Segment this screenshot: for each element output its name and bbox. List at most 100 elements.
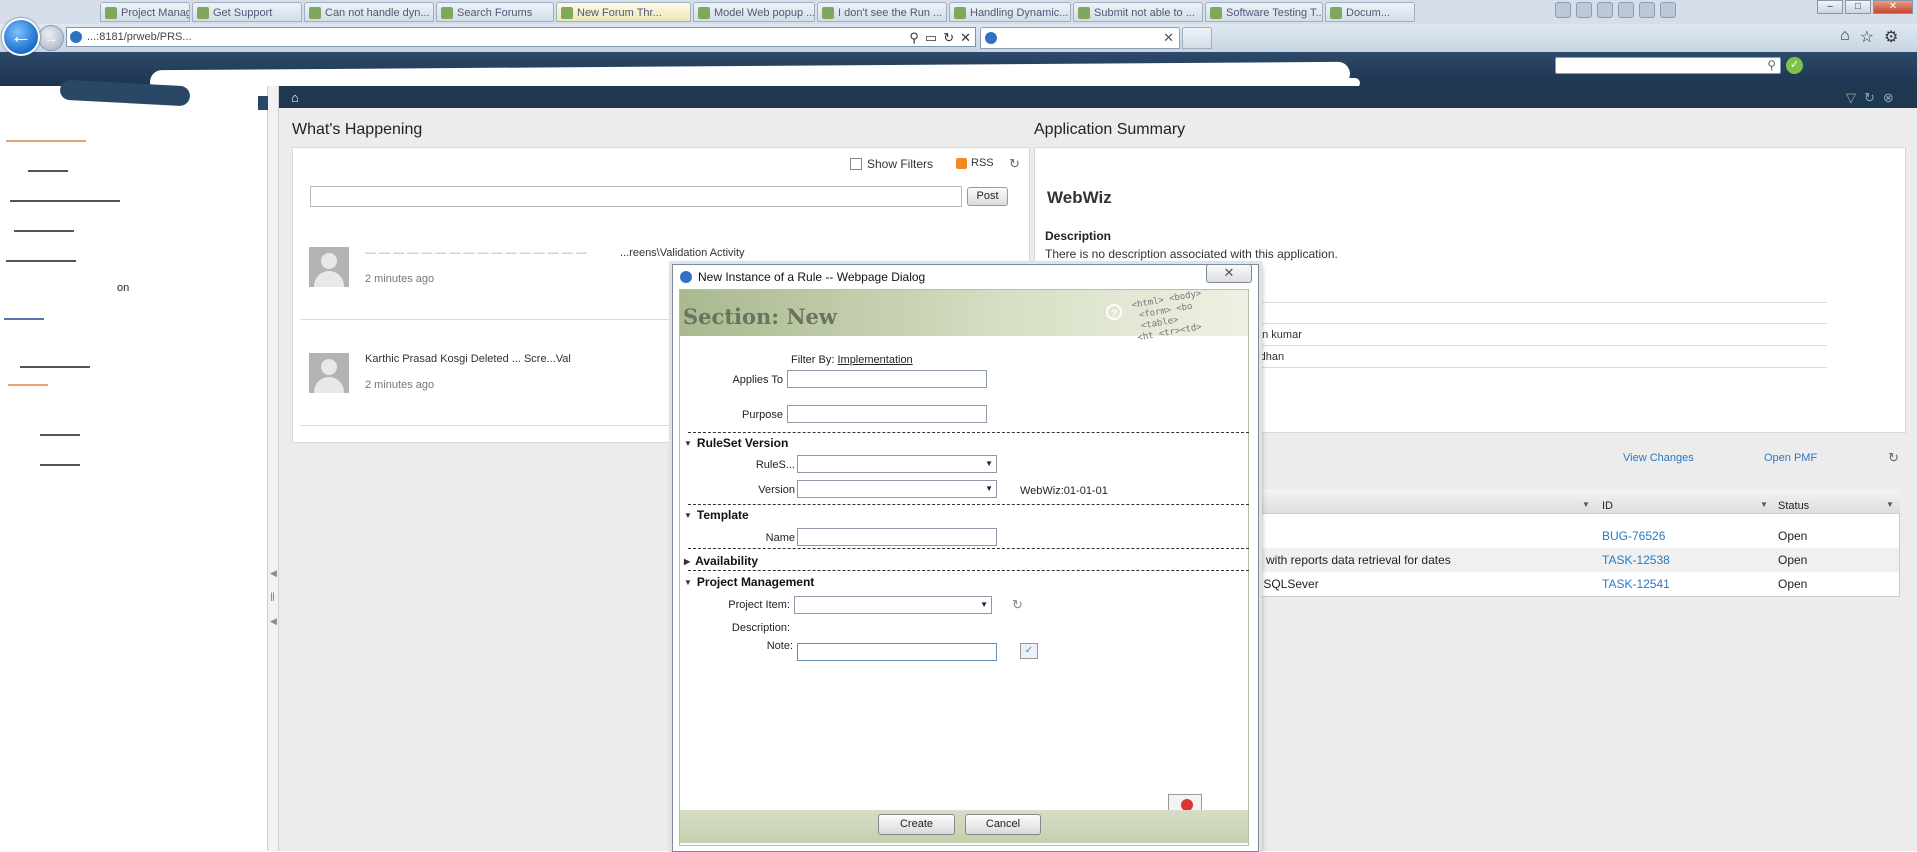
browser-tab[interactable]: Model Web popup ... bbox=[693, 2, 815, 22]
row-id-link[interactable]: TASK-12538 bbox=[1602, 553, 1670, 567]
project-item-select[interactable]: ▼ bbox=[794, 596, 992, 614]
browser-tab[interactable]: New Forum Thr... bbox=[556, 2, 691, 22]
help-icon[interactable]: ? bbox=[1106, 304, 1122, 320]
dialog-footer bbox=[680, 810, 1248, 843]
name-label: Name bbox=[765, 532, 795, 544]
browser-tab[interactable]: Handling Dynamic... bbox=[949, 2, 1071, 22]
nav-fragment bbox=[14, 230, 74, 232]
compat-view-icon[interactable]: ▭ bbox=[925, 30, 937, 46]
close-tab-icon[interactable]: ✕ bbox=[1163, 28, 1174, 48]
note-label: Note: bbox=[766, 640, 793, 652]
browser-tab[interactable]: Software Testing T... bbox=[1205, 2, 1323, 22]
splitter-grip-icon[interactable]: ‖ bbox=[270, 590, 275, 604]
refresh-icon[interactable]: ↻ bbox=[1864, 90, 1875, 106]
post-input[interactable] bbox=[310, 186, 962, 207]
search-icon[interactable]: ⚲ bbox=[909, 30, 919, 46]
note-input[interactable] bbox=[797, 643, 997, 661]
cancel-button[interactable]: Cancel bbox=[965, 814, 1041, 835]
refresh-icon[interactable]: ↻ bbox=[1012, 597, 1023, 613]
view-changes-link[interactable]: View Changes bbox=[1623, 452, 1694, 464]
ruleset-select[interactable]: ▼ bbox=[797, 455, 997, 473]
address-bar[interactable]: ...:8181/prweb/PRS... ⚲ ▭ ↻ ✕ bbox=[66, 27, 976, 47]
lock-icon[interactable] bbox=[1555, 2, 1571, 18]
chevron-down-icon[interactable]: ▽ bbox=[1846, 90, 1856, 106]
collapse-left-icon[interactable]: ◀ bbox=[270, 568, 277, 579]
browser-tab[interactable]: Get Support bbox=[192, 2, 302, 22]
new-tab-button[interactable] bbox=[1182, 27, 1212, 49]
sync-icon[interactable] bbox=[1639, 2, 1655, 18]
dialog-heading: Section: New bbox=[683, 304, 837, 329]
column-header[interactable]: ID bbox=[1602, 500, 1613, 512]
tools-icon[interactable] bbox=[1660, 2, 1676, 18]
project-management-section[interactable]: ▼ Project Management bbox=[684, 575, 814, 589]
browser-tab[interactable]: Can not handle dyn... bbox=[304, 2, 434, 22]
page-tab[interactable]: ✕ bbox=[980, 27, 1180, 49]
avatar bbox=[309, 247, 349, 287]
refresh-icon[interactable]: ↻ bbox=[1888, 450, 1899, 466]
row-status: Open bbox=[1778, 553, 1808, 567]
ruleset-version-section[interactable]: ▼ RuleSet Version bbox=[684, 436, 788, 450]
browser-tab[interactable]: I don't see the Run ... bbox=[817, 2, 947, 22]
record-icon[interactable] bbox=[1618, 2, 1634, 18]
search-go-button[interactable]: ✓ bbox=[1786, 57, 1803, 74]
browser-tab[interactable]: Docum... bbox=[1325, 2, 1415, 22]
name-input[interactable] bbox=[797, 528, 997, 546]
rss-link[interactable]: RSS bbox=[956, 157, 994, 169]
panel-controls: ▽ ↻ ⊗ bbox=[1846, 90, 1894, 106]
feed-item-text: ...reens\Validation Activity bbox=[620, 247, 745, 259]
section-divider bbox=[688, 548, 1249, 549]
command-icons: ⌂ ☆ ⚙ bbox=[1840, 27, 1898, 47]
section-title: RuleSet Version bbox=[696, 436, 789, 450]
show-filters-checkbox[interactable] bbox=[850, 158, 862, 170]
close-window-button[interactable]: ✕ bbox=[1873, 0, 1913, 14]
nav-fragment bbox=[28, 170, 68, 172]
spellcheck-icon[interactable]: ✓ bbox=[1020, 643, 1038, 659]
extension-icon[interactable] bbox=[1576, 2, 1592, 18]
home-icon[interactable]: ⌂ bbox=[1840, 27, 1850, 47]
favicon-icon bbox=[1210, 7, 1222, 19]
browser-tab[interactable]: Search Forums bbox=[436, 2, 554, 22]
gear-icon[interactable]: ⚙ bbox=[1884, 27, 1898, 47]
panel-splitter[interactable] bbox=[268, 86, 279, 851]
ruleset-label: RuleS... bbox=[755, 459, 795, 471]
browser-tab-label: Can not handle dyn... bbox=[325, 7, 430, 19]
maximize-button[interactable]: □ bbox=[1845, 0, 1871, 14]
star-icon[interactable]: ☆ bbox=[1860, 27, 1874, 47]
pause-icon[interactable] bbox=[1597, 2, 1613, 18]
applies-to-input[interactable] bbox=[787, 370, 987, 388]
filter-by-link[interactable]: Implementation bbox=[837, 354, 912, 366]
sort-icon[interactable]: ▼ bbox=[1886, 500, 1894, 509]
back-button[interactable]: ← bbox=[2, 18, 40, 56]
minimize-button[interactable]: – bbox=[1817, 0, 1843, 14]
collapse-left-icon[interactable]: ◀ bbox=[270, 616, 277, 627]
version-select[interactable]: ▼ bbox=[797, 480, 997, 498]
post-button[interactable]: Post bbox=[967, 187, 1008, 206]
row-id-link[interactable]: TASK-12541 bbox=[1602, 577, 1670, 591]
forward-button[interactable]: → bbox=[38, 25, 64, 51]
browser-tab[interactable]: Submit not able to ... bbox=[1073, 2, 1203, 22]
browser-tab[interactable]: Project Manageme... bbox=[100, 2, 190, 22]
refresh-icon[interactable]: ↻ bbox=[1009, 156, 1020, 172]
filter-by-label: Filter By: bbox=[791, 354, 835, 366]
open-pmf-link[interactable]: Open PMF bbox=[1764, 452, 1817, 464]
availability-section[interactable]: ▶ Availability bbox=[684, 554, 758, 568]
sort-icon[interactable]: ▼ bbox=[1582, 500, 1590, 509]
row-id-link[interactable]: BUG-76526 bbox=[1602, 529, 1665, 543]
filter-by: Filter By: Implementation bbox=[791, 354, 913, 366]
stop-icon[interactable]: ✕ bbox=[960, 30, 971, 46]
purpose-input[interactable] bbox=[787, 405, 987, 423]
section-title: Project Management bbox=[696, 575, 815, 589]
create-button[interactable]: Create bbox=[878, 814, 955, 835]
dialog-close-button[interactable]: ✕ bbox=[1206, 264, 1252, 283]
column-header[interactable]: Status bbox=[1778, 500, 1809, 512]
template-section[interactable]: ▼ Template bbox=[684, 508, 749, 522]
header-search-input[interactable]: ⚲ bbox=[1555, 57, 1781, 74]
browser-tab-label: New Forum Thr... bbox=[577, 7, 662, 19]
chevron-down-icon: ▼ bbox=[985, 484, 993, 493]
home-icon[interactable]: ⌂ bbox=[291, 90, 299, 105]
close-icon[interactable]: ⊗ bbox=[1883, 90, 1894, 106]
sort-icon[interactable]: ▼ bbox=[1760, 500, 1768, 509]
refresh-icon[interactable]: ↻ bbox=[943, 30, 954, 46]
nav-item-label[interactable]: on bbox=[117, 282, 129, 294]
show-filters[interactable]: Show Filters bbox=[850, 157, 933, 171]
